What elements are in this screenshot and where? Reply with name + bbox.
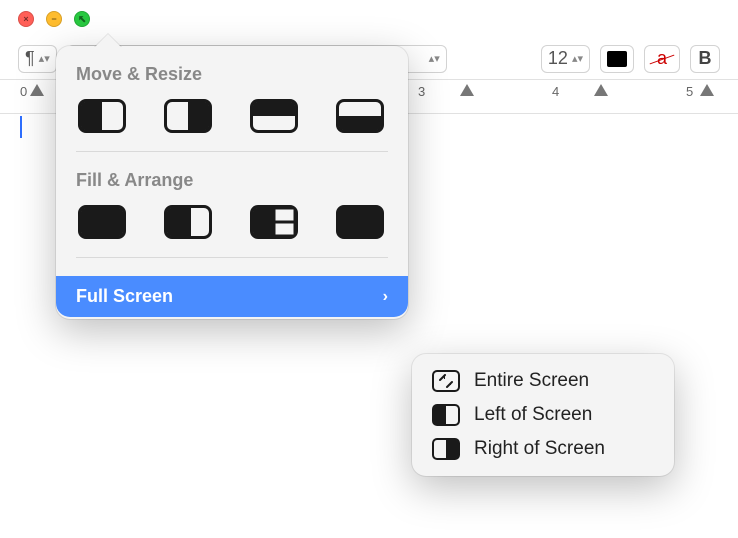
submenu-item-right-of-screen[interactable]: Right of Screen: [428, 432, 658, 466]
tile-bottom-half-button[interactable]: [336, 99, 384, 133]
entire-screen-icon: [432, 370, 460, 392]
full-screen-submenu: Entire Screen Left of Screen Right of Sc…: [412, 354, 674, 476]
paragraph-styles-button[interactable]: ¶ ▴▾: [18, 45, 57, 73]
tile-right-half-button[interactable]: [164, 99, 212, 133]
text-cursor: [20, 116, 22, 138]
indent-marker-icon[interactable]: [30, 84, 44, 96]
section-title-move-resize: Move & Resize: [76, 64, 388, 85]
separator: [76, 257, 388, 258]
separator: [76, 151, 388, 152]
submenu-label: Right of Screen: [474, 438, 605, 460]
tab-stop-icon[interactable]: [700, 84, 714, 96]
traffic-close-button[interactable]: ×: [18, 11, 34, 27]
fill-screen-button[interactable]: [78, 205, 126, 239]
traffic-minimize-button[interactable]: −: [46, 11, 62, 27]
font-size-value: 12: [548, 48, 568, 69]
chevron-updown-icon: ▴▾: [429, 55, 440, 63]
section-title-fill-arrange: Fill & Arrange: [76, 170, 388, 191]
font-size-select[interactable]: 12 ▴▾: [541, 45, 590, 73]
chevron-updown-icon: ▴▾: [39, 55, 50, 63]
strikethrough-a-icon: a: [651, 48, 673, 69]
color-swatch-icon: [607, 51, 627, 67]
chevron-updown-icon: ▴▾: [572, 55, 583, 63]
window-tile-panel: Move & Resize Fill & Arrange Full Screen…: [56, 46, 408, 319]
submenu-item-entire-screen[interactable]: Entire Screen: [428, 364, 658, 398]
right-of-screen-icon: [432, 438, 460, 460]
tab-stop-icon[interactable]: [594, 84, 608, 96]
ruler-mark: 4: [552, 84, 559, 99]
submenu-item-left-of-screen[interactable]: Left of Screen: [428, 398, 658, 432]
ruler-mark: 0: [20, 84, 27, 99]
ruler-mark: 3: [418, 84, 425, 99]
arrange-left-quarters-button[interactable]: [250, 205, 298, 239]
text-color-button[interactable]: [600, 45, 634, 73]
tile-top-half-button[interactable]: [250, 99, 298, 133]
full-screen-menu-item[interactable]: Full Screen ›: [56, 276, 408, 317]
arrange-quarters-button[interactable]: [336, 205, 384, 239]
window-titlebar: × −: [0, 0, 738, 38]
popover-caret: [94, 34, 122, 48]
tile-left-half-button[interactable]: [78, 99, 126, 133]
submenu-label: Entire Screen: [474, 370, 589, 392]
full-screen-label: Full Screen: [76, 286, 173, 307]
left-of-screen-icon: [432, 404, 460, 426]
tab-stop-icon[interactable]: [460, 84, 474, 96]
bold-button[interactable]: B: [690, 45, 720, 73]
chevron-right-icon: ›: [383, 288, 388, 306]
arrange-left-button[interactable]: [164, 205, 212, 239]
highlight-color-button[interactable]: a: [644, 45, 680, 73]
submenu-label: Left of Screen: [474, 404, 592, 426]
ruler-mark: 5: [686, 84, 693, 99]
traffic-zoom-button[interactable]: [74, 11, 90, 27]
